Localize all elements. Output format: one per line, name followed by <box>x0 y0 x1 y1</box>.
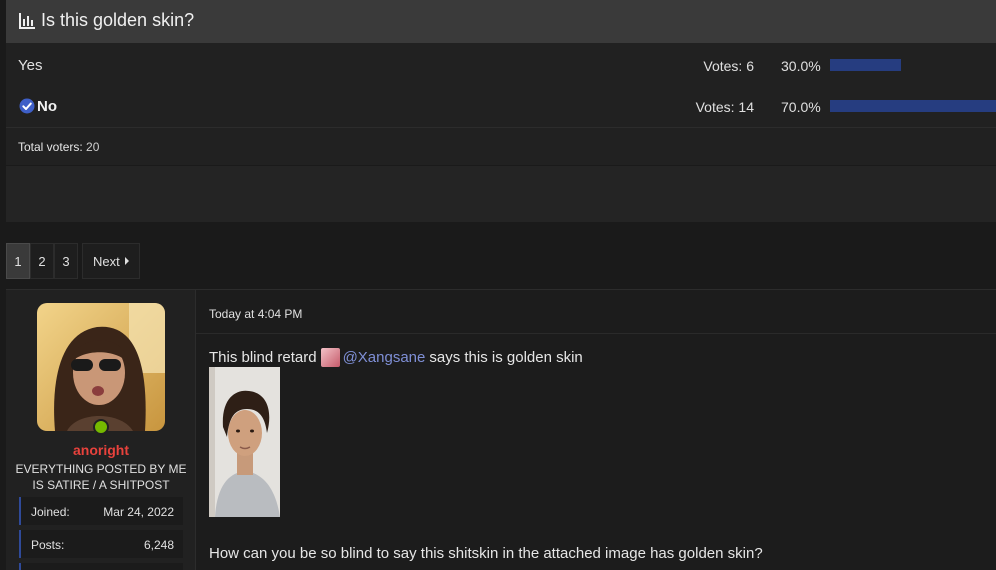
next-page-button[interactable]: Next <box>82 243 140 279</box>
pagination: 1 2 3 Next <box>6 243 140 279</box>
page-link-2[interactable]: 2 <box>30 243 54 279</box>
next-page-label: Next <box>93 253 120 269</box>
poll-chart-icon <box>19 13 35 29</box>
total-voters-value: 20 <box>86 140 100 154</box>
poll-option-yes: Yes Votes: 6 30.0% <box>6 45 996 87</box>
caret-right-icon <box>124 257 129 265</box>
post-message-body: How can you be so blind to say this shit… <box>209 545 763 562</box>
poll-option-votes: Votes: 6 <box>703 58 754 74</box>
user-title: EVERYTHING POSTED BY ME IS SATIRE / A SH… <box>15 462 187 492</box>
poll-option-bar <box>830 100 996 112</box>
post-user-column: anoright EVERYTHING POSTED BY ME IS SATI… <box>6 290 196 570</box>
poll-block: Is this golden skin? Yes Votes: 6 30.0% … <box>6 0 996 222</box>
poll-option-no: No Votes: 14 70.0% <box>6 86 996 128</box>
user-stat-label: Joined: <box>31 505 70 519</box>
poll-option-percent: 70.0% <box>781 99 821 115</box>
post-date[interactable]: Today at 4:04 PM <box>209 307 302 321</box>
username[interactable]: anoright <box>6 442 196 458</box>
page-link-3[interactable]: 3 <box>54 243 78 279</box>
attached-photo <box>209 367 280 517</box>
avatar-image <box>37 303 165 431</box>
thread-page: Is this golden skin? Yes Votes: 6 30.0% … <box>0 0 996 570</box>
post: anoright EVERYTHING POSTED BY ME IS SATI… <box>6 289 996 570</box>
post-header-divider <box>196 333 996 334</box>
mention-avatar <box>320 348 340 367</box>
user-mention-link[interactable]: @Xangsane <box>343 349 426 366</box>
poll-option-label: No <box>37 98 57 115</box>
message-prefix: This blind retard <box>209 349 317 366</box>
poll-option-percent: 30.0% <box>781 58 821 74</box>
user-stat-posts: Posts: 6,248 <box>19 530 183 558</box>
user-stat-joined: Joined: Mar 24, 2022 <box>19 497 183 525</box>
poll-footer <box>6 166 996 222</box>
online-status-indicator <box>93 419 109 435</box>
user-stat-value: Mar 24, 2022 <box>103 505 174 519</box>
attached-image[interactable] <box>209 367 280 517</box>
voted-check-icon <box>19 98 35 114</box>
post-main: Today at 4:04 PM This blind retard @Xang… <box>196 290 996 570</box>
poll-header: Is this golden skin? <box>6 0 996 43</box>
total-voters: Total voters: 20 <box>18 140 99 154</box>
poll-option-votes: Votes: 14 <box>695 99 754 115</box>
user-stat-label: Posts: <box>31 538 65 552</box>
user-avatar[interactable] <box>37 303 165 431</box>
user-stat-more <box>19 563 183 570</box>
total-voters-label: Total voters: <box>18 140 83 154</box>
message-suffix: says this is golden skin <box>429 349 583 366</box>
poll-title: Is this golden skin? <box>41 10 195 30</box>
poll-option-bar <box>830 59 901 71</box>
page-link-1[interactable]: 1 <box>6 243 30 279</box>
post-message-line: This blind retard @Xangsane says this is… <box>209 348 583 367</box>
poll-option-label: Yes <box>18 57 43 74</box>
user-stat-value: 6,248 <box>143 538 174 552</box>
